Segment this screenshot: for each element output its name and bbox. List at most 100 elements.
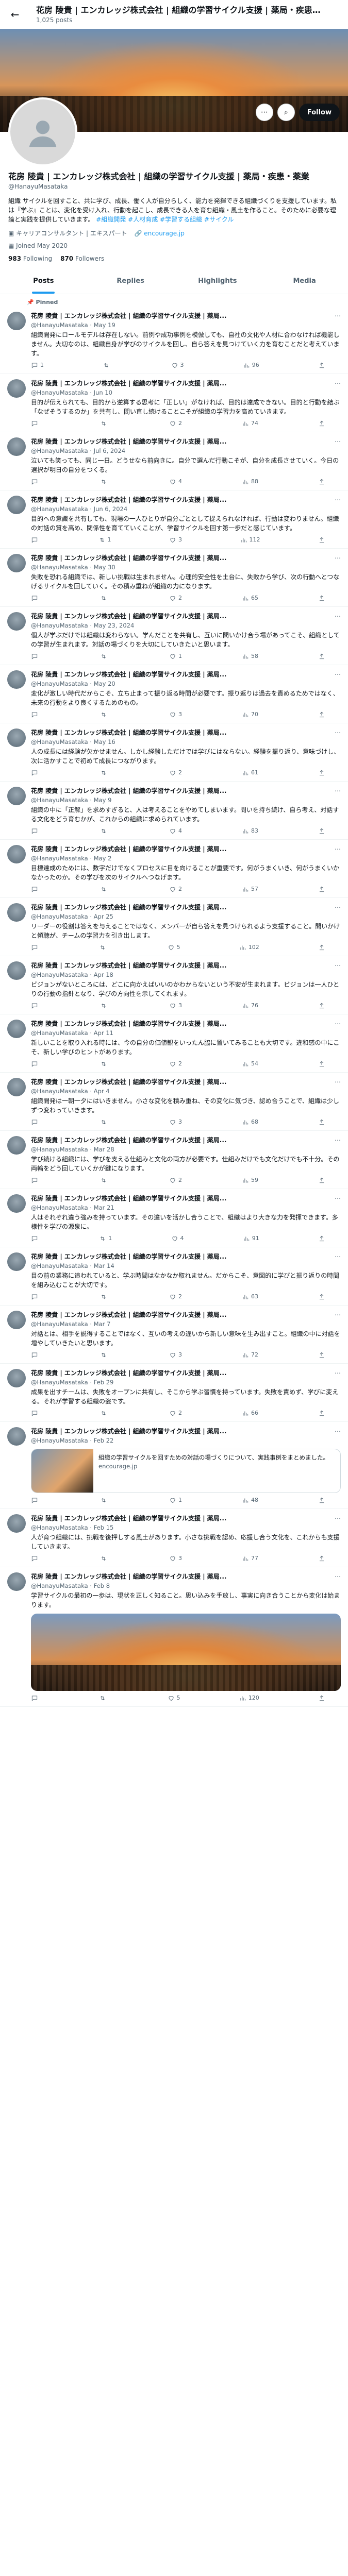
following-link[interactable]: 983 Following (8, 255, 52, 263)
like-button[interactable]: 2 (169, 1060, 182, 1068)
reply-button[interactable] (31, 1234, 40, 1243)
repost-button[interactable] (103, 361, 112, 369)
tweet-avatar[interactable] (7, 1194, 26, 1213)
reply-button[interactable] (31, 1496, 40, 1504)
like-button[interactable]: 3 (171, 361, 184, 369)
like-button[interactable]: 2 (169, 594, 182, 602)
tweet-handle[interactable]: @HanayuMasataka (31, 796, 88, 804)
tweet[interactable]: 花房 陵貴 | エンカレッジ株式会社 | 組織の学習サイクル支援 | 薬局...… (0, 723, 348, 782)
repost-button[interactable] (100, 885, 109, 893)
like-button[interactable]: 2 (169, 1293, 182, 1301)
like-button[interactable]: 2 (169, 885, 182, 893)
repost-button[interactable] (100, 419, 109, 428)
repost-button[interactable] (99, 943, 108, 952)
views-button[interactable]: 120 (239, 1694, 259, 1702)
views-button[interactable]: 48 (242, 1496, 258, 1504)
followers-link[interactable]: 870 Followers (60, 255, 104, 263)
like-button[interactable]: 5 (168, 1694, 180, 1702)
like-button[interactable]: 2 (169, 419, 182, 428)
tweet-author-name[interactable]: 花房 陵貴 | エンカレッジ株式会社 | 組織の学習サイクル支援 | 薬局... (31, 1252, 226, 1261)
tweet-author-name[interactable]: 花房 陵貴 | エンカレッジ株式会社 | 組織の学習サイクル支援 | 薬局... (31, 1311, 226, 1319)
bio-hashtags[interactable]: #組織開発 #人材育成 #学習する組織 #サイクル (96, 216, 234, 223)
more-icon[interactable]: ⋯ (335, 1369, 341, 1378)
share-button[interactable] (318, 827, 325, 835)
share-button[interactable] (318, 885, 325, 893)
tweet-avatar[interactable] (7, 1252, 26, 1272)
more-icon[interactable]: ⋯ (335, 312, 341, 320)
reply-button[interactable] (31, 1118, 40, 1126)
share-button[interactable] (318, 1176, 325, 1184)
reply-button[interactable] (31, 1351, 40, 1359)
views-button[interactable]: 74 (242, 419, 258, 428)
share-button[interactable] (318, 1409, 325, 1417)
tweet-author-name[interactable]: 花房 陵貴 | エンカレッジ株式会社 | 組織の学習サイクル支援 | 薬局... (31, 728, 226, 737)
more-icon[interactable]: ⋯ (335, 670, 341, 679)
views-button[interactable]: 65 (242, 594, 258, 602)
more-icon[interactable]: ⋯ (335, 1194, 341, 1203)
views-button[interactable]: 57 (242, 885, 258, 893)
tweet[interactable]: 花房 陵貴 | エンカレッジ株式会社 | 組織の学習サイクル支援 | 薬局...… (0, 374, 348, 433)
tweet-handle[interactable]: @HanayuMasataka (31, 1582, 88, 1589)
link-card[interactable]: 組織の学習サイクルを回すための対話の場づくりについて、実践事例をまとめました。 … (31, 1449, 341, 1494)
views-button[interactable]: 83 (242, 827, 258, 835)
like-button[interactable]: 4 (171, 1234, 184, 1243)
repost-button[interactable]: 1 (99, 1234, 112, 1243)
views-button[interactable]: 112 (240, 536, 260, 544)
tab-posts[interactable]: Posts (0, 269, 87, 294)
tweet-handle[interactable]: @HanayuMasataka (31, 389, 88, 396)
share-button[interactable] (318, 1351, 325, 1359)
reply-button[interactable] (31, 885, 40, 893)
more-icon[interactable]: ⋯ (335, 1252, 341, 1261)
tweet-author-name[interactable]: 花房 陵貴 | エンカレッジ株式会社 | 組織の学習サイクル支援 | 薬局... (31, 612, 226, 621)
tweet-date[interactable]: Apr 18 (94, 971, 113, 978)
share-button[interactable] (318, 943, 325, 952)
reply-button[interactable] (31, 827, 40, 835)
tweet-date[interactable]: May 2 (94, 855, 112, 862)
repost-button[interactable] (100, 827, 109, 835)
more-icon[interactable]: ⋯ (335, 903, 341, 912)
repost-button[interactable] (100, 652, 109, 660)
repost-button[interactable] (100, 1554, 109, 1563)
views-button[interactable]: 102 (239, 943, 259, 952)
like-button[interactable]: 5 (168, 943, 180, 952)
tab-media[interactable]: Media (261, 269, 348, 294)
tweet-handle[interactable]: @HanayuMasataka (31, 1262, 88, 1269)
tweet[interactable]: 花房 陵貴 | エンカレッジ株式会社 | 組織の学習サイクル支援 | 薬局...… (0, 840, 348, 899)
tweet[interactable]: 花房 陵貴 | エンカレッジ株式会社 | 組織の学習サイクル支援 | 薬局...… (0, 490, 348, 549)
more-icon[interactable]: ⋯ (335, 612, 341, 621)
like-button[interactable]: 2 (169, 769, 182, 777)
tweet-author-name[interactable]: 花房 陵貴 | エンカレッジ株式会社 | 組織の学習サイクル支援 | 薬局... (31, 1514, 226, 1523)
like-button[interactable]: 4 (169, 827, 182, 835)
tweet-date[interactable]: May 19 (94, 321, 115, 329)
reply-button[interactable] (31, 1176, 40, 1184)
repost-button[interactable] (100, 1409, 109, 1417)
tweet[interactable]: 花房 陵貴 | エンカレッジ株式会社 | 組織の学習サイクル支援 | 薬局...… (0, 898, 348, 957)
tweet-avatar[interactable] (7, 1514, 26, 1533)
tweet-handle[interactable]: @HanayuMasataka (31, 1437, 88, 1444)
tweet-handle[interactable]: @HanayuMasataka (31, 913, 88, 920)
repost-button[interactable] (100, 1118, 109, 1126)
reply-button[interactable]: 1 (31, 361, 44, 369)
repost-button[interactable] (100, 769, 109, 777)
tweet-avatar[interactable] (7, 1369, 26, 1388)
tweet-date[interactable]: Feb 15 (94, 1524, 114, 1531)
more-icon[interactable]: ⋯ (335, 1514, 341, 1523)
tweet[interactable]: 花房 陵貴 | エンカレッジ株式会社 | 組織の学習サイクル支援 | 薬局...… (0, 1364, 348, 1422)
repost-button[interactable] (100, 1351, 109, 1359)
tweet-date[interactable]: Mar 28 (94, 1146, 114, 1153)
tweet[interactable]: 花房 陵貴 | エンカレッジ株式会社 | 組織の学習サイクル支援 | 薬局...… (0, 1306, 348, 1364)
reply-button[interactable] (31, 710, 40, 719)
tweet[interactable]: 花房 陵貴 | エンカレッジ株式会社 | 組織の学習サイクル支援 | 薬局...… (0, 782, 348, 840)
share-button[interactable] (318, 1496, 325, 1504)
tweet-handle[interactable]: @HanayuMasataka (31, 564, 88, 571)
share-button[interactable] (318, 769, 325, 777)
tweet[interactable]: 花房 陵貴 | エンカレッジ株式会社 | 組織の学習サイクル支援 | 薬局...… (0, 549, 348, 607)
tweet-avatar[interactable] (7, 903, 26, 922)
tweet-handle[interactable]: @HanayuMasataka (31, 622, 88, 629)
views-button[interactable]: 91 (243, 1234, 259, 1243)
tweet-handle[interactable]: @HanayuMasataka (31, 1379, 88, 1386)
like-button[interactable]: 3 (169, 1554, 182, 1563)
tweet-handle[interactable]: @HanayuMasataka (31, 1029, 88, 1037)
tweet-avatar[interactable] (7, 1572, 26, 1591)
tweet-author-name[interactable]: 花房 陵貴 | エンカレッジ株式会社 | 組織の学習サイクル支援 | 薬局... (31, 496, 226, 504)
